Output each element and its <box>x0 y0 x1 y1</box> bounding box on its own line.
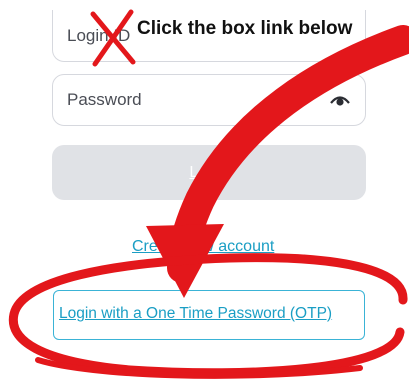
highlight-loop <box>8 253 408 379</box>
x-mark-icon <box>90 9 136 67</box>
annotation-instruction: Click the box link below <box>137 18 353 39</box>
annotation-overlay <box>8 9 409 379</box>
